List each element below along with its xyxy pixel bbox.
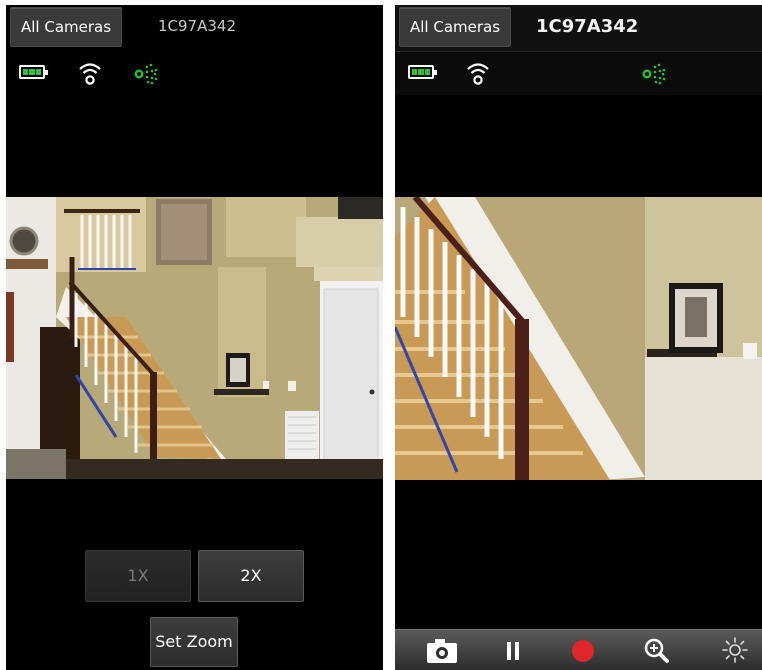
status-row [6,53,383,95]
all-cameras-button[interactable]: All Cameras [399,7,512,47]
zoom-2x-button[interactable]: 2X [198,550,304,602]
battery-icon [408,65,437,79]
right-screen: All Cameras 1C97A342 [395,5,762,670]
control-toolbar [395,629,762,670]
zoom-in-icon[interactable] [632,630,682,670]
staircase-scene-image [395,197,762,480]
camera-video-feed[interactable] [6,197,383,479]
camera-id-label: 1C97A342 [158,17,236,35]
status-row [395,53,762,95]
set-zoom-button[interactable]: Set Zoom [150,617,238,667]
motion-sensor-icon [134,63,158,85]
all-cameras-button[interactable]: All Cameras [10,7,123,47]
zoom-1x-button[interactable]: 1X [85,550,191,602]
pause-icon[interactable] [488,630,538,670]
camera-snapshot-icon[interactable] [417,630,467,670]
battery-icon [19,65,48,79]
top-bar: All Cameras 1C97A342 [395,5,762,52]
top-bar: All Cameras 1C97A342 [6,5,383,51]
left-screen: All Cameras 1C97A342 1X 2X Set Zoom [6,5,383,670]
brightness-icon[interactable] [710,630,760,670]
staircase-scene-image [6,197,383,479]
record-icon[interactable] [558,630,608,670]
camera-video-feed[interactable] [395,197,762,480]
camera-id-label: 1C97A342 [536,16,639,37]
wifi-icon [79,63,101,85]
motion-sensor-icon [642,63,666,85]
wifi-icon [467,63,489,85]
